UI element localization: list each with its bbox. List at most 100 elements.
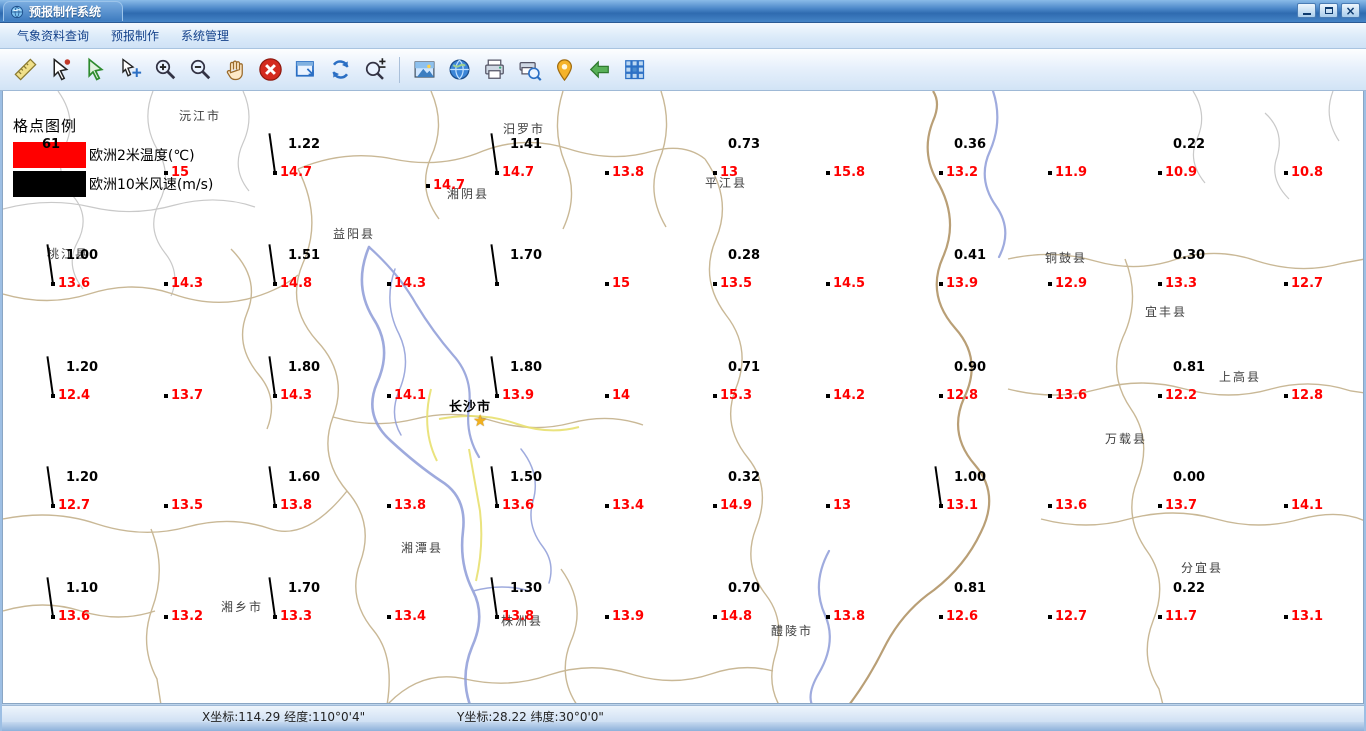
temperature-value: 13.7 (1165, 498, 1198, 513)
move-select-arrow-icon (118, 57, 143, 82)
select-arrow-green-button[interactable] (80, 54, 110, 86)
print-preview-button[interactable] (514, 54, 544, 86)
temperature-value: 14.9 (720, 498, 753, 513)
menu-bar: 气象资料查询 预报制作 系统管理 (0, 22, 1366, 49)
grid-point-dot (1158, 615, 1162, 619)
temperature-value: 13.3 (280, 609, 313, 624)
grid-point-dot (826, 171, 830, 175)
temperature-value: 13.4 (394, 609, 427, 624)
menu-item-system-management[interactable]: 系统管理 (170, 22, 240, 49)
temperature-value: 13.2 (171, 609, 204, 624)
window-controls: × (1297, 3, 1360, 18)
grid-point-dot (1048, 171, 1052, 175)
wind-speed-value: 0.73 (728, 137, 761, 152)
changsha-star-icon: ★ (473, 411, 488, 430)
wind-barb (268, 133, 276, 174)
menu-item-weather-data-query[interactable]: 气象资料查询 (6, 22, 100, 49)
wind-speed-value: 0.32 (728, 470, 761, 485)
grid-point-dot (713, 394, 717, 398)
grid-point-dot (164, 504, 168, 508)
wind-speed-value: 0.70 (728, 581, 761, 596)
maximize-button[interactable] (1319, 3, 1338, 18)
temperature-value: 13.6 (1055, 388, 1088, 403)
temperature-value: 13.6 (502, 498, 535, 513)
wind-speed-value: 0.71 (728, 360, 761, 375)
wind-barb (46, 577, 54, 618)
select-arrow-button[interactable] (45, 54, 75, 86)
pan-hand-button[interactable] (220, 54, 250, 86)
wind-barb (490, 466, 498, 507)
wind-barb (46, 356, 54, 397)
temperature-value: 12.8 (1291, 388, 1324, 403)
grid-point-dot (1284, 171, 1288, 175)
temperature-value: 11.7 (1165, 609, 1198, 624)
menu-item-forecast-production[interactable]: 预报制作 (100, 22, 170, 49)
toolbar (0, 49, 1366, 91)
refresh-button[interactable] (325, 54, 355, 86)
wind-speed-value: 1.30 (510, 581, 543, 596)
map-marker-button[interactable] (549, 54, 579, 86)
grid-point-dot (1284, 394, 1288, 398)
wind-speed-value: 1.51 (288, 248, 321, 263)
globe-button[interactable] (444, 54, 474, 86)
temperature-value: 15.8 (833, 165, 866, 180)
back-arrow-button[interactable] (584, 54, 614, 86)
grid-point-dot (1048, 394, 1052, 398)
temperature-value: 13.6 (1055, 498, 1088, 513)
cancel-button[interactable] (255, 54, 285, 86)
temperature-value: 13 (833, 498, 852, 513)
temperature-value: 14 (612, 388, 631, 403)
wind-speed-value: 1.70 (510, 248, 543, 263)
grid-point-dot (826, 282, 830, 286)
zoom-out-button[interactable] (185, 54, 215, 86)
select-arrow-icon (48, 57, 73, 82)
temperature-value: 14.5 (833, 276, 866, 291)
wind-speed-value: 1.70 (288, 581, 321, 596)
wind-speed-value: 1.00 (66, 248, 99, 263)
county-label: 分宜县 (1181, 561, 1224, 575)
temperature-value: 14.8 (720, 609, 753, 624)
grid-button[interactable] (619, 54, 649, 86)
status-x-coordinate: X坐标:114.29 经度:110°0'4" (202, 710, 366, 724)
grid-point-dot (713, 504, 717, 508)
grid-point-dot (387, 394, 391, 398)
grid-legend: 格点图例 欧洲2米温度(℃) 欧洲10米风速(m/s) (13, 115, 213, 200)
print-button[interactable] (479, 54, 509, 86)
grid-point-dot (605, 171, 609, 175)
temperature-value: 13.5 (171, 498, 204, 513)
status-bar: X坐标:114.29 经度:110°0'4" Y坐标:28.22 纬度:30°0… (2, 705, 1364, 724)
temperature-value: 14.3 (394, 276, 427, 291)
grid-point-dot (1048, 615, 1052, 619)
globe-icon (447, 57, 472, 82)
zoom-in-icon (153, 57, 178, 82)
temperature-value: 13.8 (833, 609, 866, 624)
minimize-button[interactable] (1297, 3, 1316, 18)
zoom-in-button[interactable] (150, 54, 180, 86)
grid-point-dot (1284, 282, 1288, 286)
temperature-value: 14.7 (280, 165, 313, 180)
wind-speed-value: 0.30 (1173, 248, 1206, 263)
county-label: 铜鼓县 (1045, 251, 1088, 265)
zoom-scale-button[interactable] (360, 54, 390, 86)
grid-point-dot (1158, 282, 1162, 286)
legend-label-temperature: 欧洲2米温度(℃) (89, 148, 195, 164)
close-button[interactable]: × (1341, 3, 1360, 18)
wind-speed-value: 1.20 (66, 360, 99, 375)
capture-window-button[interactable] (290, 54, 320, 86)
window-title: 预报制作系统 (29, 5, 102, 19)
grid-point-dot (939, 615, 943, 619)
move-select-arrow-button[interactable] (115, 54, 145, 86)
wind-barb (268, 244, 276, 285)
grid-point-dot (1284, 615, 1288, 619)
capture-window-icon (293, 57, 318, 82)
map-area[interactable]: 沅江市 汨罗市 湘阴县 平江县 益阳县 桃江县 铜鼓县 宜丰县 上高县 万载县 长沙市 湘潭县 分宜县湘… (2, 90, 1364, 704)
image-export-button[interactable] (409, 54, 439, 86)
measure-ruler-button[interactable] (10, 54, 40, 86)
grid-point-dot (164, 282, 168, 286)
select-arrow-green-icon (83, 57, 108, 82)
toolbar-separator (399, 56, 400, 83)
temperature-value: 13.5 (720, 276, 753, 291)
temperature-value: 13.3 (1165, 276, 1198, 291)
temperature-value: 13.4 (612, 498, 645, 513)
grid-point-dot (1048, 282, 1052, 286)
